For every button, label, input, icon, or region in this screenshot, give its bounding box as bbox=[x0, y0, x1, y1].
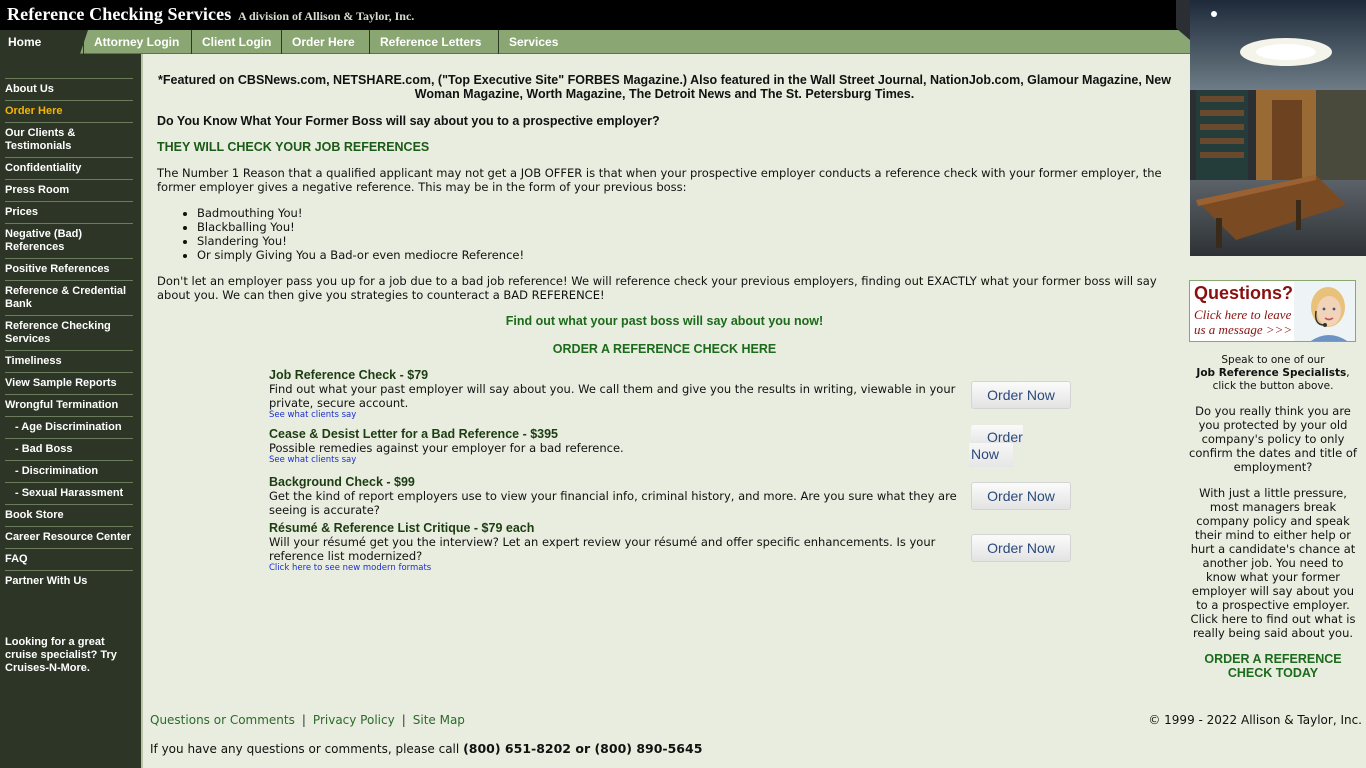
sidebar-item-press-room[interactable]: Press Room bbox=[5, 179, 133, 197]
sidebar-item-confidentiality[interactable]: Confidentiality bbox=[5, 157, 133, 175]
sidebar-item-timeliness[interactable]: Timeliness bbox=[5, 350, 133, 368]
service-job-reference-check: Job Reference Check - $79 Find out what … bbox=[269, 368, 959, 421]
sidebar-item-positive-references[interactable]: Positive References bbox=[5, 258, 133, 276]
cruise-promo-link[interactable]: Looking for a great cruise specialist? T… bbox=[5, 636, 135, 675]
sidebar-item-book-store[interactable]: Book Store bbox=[5, 504, 133, 522]
service-title: Cease & Desist Letter for a Bad Referenc… bbox=[269, 427, 559, 441]
sidebar-item-discrimination[interactable]: - Discrimination bbox=[5, 460, 133, 478]
phone-numbers: (800) 651-8202 or (800) 890-5645 bbox=[463, 741, 703, 756]
order-now-button-background[interactable]: Order Now bbox=[971, 482, 1071, 510]
footer-link-privacy[interactable]: Privacy Policy bbox=[313, 713, 395, 727]
clients-say-link[interactable]: See what clients say bbox=[269, 410, 959, 421]
sidebar-item-sample-reports[interactable]: View Sample Reports bbox=[5, 372, 133, 390]
site-tagline: A division of Allison & Taylor, Inc. bbox=[238, 9, 415, 23]
service-title: Job Reference Check - $79 bbox=[269, 368, 429, 382]
copyright: © 1999 - 2022 Allison & Taylor, Inc. bbox=[1148, 713, 1362, 727]
counteract-paragraph: Don't let an employer pass you up for a … bbox=[157, 274, 1157, 302]
questions-title: Questions? bbox=[1194, 283, 1294, 303]
list-item: Slandering You! bbox=[197, 234, 524, 248]
sidebar-item-sexual-harassment[interactable]: - Sexual Harassment bbox=[5, 482, 133, 500]
service-background-check: Background Check - $99 Get the kind of r… bbox=[269, 475, 959, 517]
order-reference-check-link[interactable]: ORDER A REFERENCE CHECK HERE bbox=[157, 342, 1172, 356]
library-room-photo bbox=[1176, 0, 1366, 256]
order-now-button-cease-desist-overflow[interactable]: Now bbox=[969, 443, 1013, 467]
tab-attorney-login[interactable]: Attorney Login bbox=[83, 30, 189, 54]
order-now-button-job-check[interactable]: Order Now bbox=[971, 381, 1071, 409]
site-title[interactable]: Reference Checking Services bbox=[7, 4, 231, 25]
sidebar-item-negative-references[interactable]: Negative (Bad) References bbox=[5, 223, 133, 254]
tab-home[interactable]: Home bbox=[0, 30, 80, 54]
tab-order-here[interactable]: Order Here bbox=[281, 30, 365, 54]
speak-prefix: Speak to one of our bbox=[1221, 354, 1325, 366]
questions-contact-banner[interactable]: Questions? Click here to leave us a mess… bbox=[1189, 280, 1356, 342]
sidebar-item-credential-bank[interactable]: Reference & Credential Bank bbox=[5, 280, 133, 311]
clients-say-link[interactable]: See what clients say bbox=[269, 455, 959, 466]
service-description: Get the kind of report employers use to … bbox=[269, 489, 957, 517]
intro-paragraph: The Number 1 Reason that a qualified app… bbox=[157, 166, 1162, 194]
tab-reference-letters[interactable]: Reference Letters bbox=[369, 30, 491, 54]
bad-reference-list: Badmouthing You! Blackballing You! Sland… bbox=[197, 206, 524, 262]
footer-links: Questions or Comments | Privacy Policy | Sit… bbox=[150, 713, 465, 727]
sidebar-item-reference-checking-services[interactable]: Reference Checking Services bbox=[5, 315, 133, 346]
order-now-button-resume[interactable]: Order Now bbox=[971, 534, 1071, 562]
list-item: Badmouthing You! bbox=[197, 206, 524, 220]
specialists-label: Job Reference Specialists bbox=[1196, 367, 1347, 379]
pressure-paragraph[interactable]: With just a little pressure, most manage… bbox=[1186, 486, 1360, 640]
service-title: Résumé & Reference List Critique - $79 e… bbox=[269, 521, 535, 535]
service-resume-critique: Résumé & Reference List Critique - $79 e… bbox=[269, 521, 959, 574]
footer-link-sitemap[interactable]: Site Map bbox=[413, 713, 465, 727]
service-description: Possible remedies against your employer … bbox=[269, 441, 624, 455]
tab-services[interactable]: Services bbox=[498, 30, 568, 54]
service-cease-desist: Cease & Desist Letter for a Bad Referenc… bbox=[269, 427, 959, 466]
modern-formats-link[interactable]: Click here to see new modern formats bbox=[269, 563, 959, 574]
sidebar-item-career-resource-center[interactable]: Career Resource Center bbox=[5, 526, 133, 544]
speak-to-specialist-text: Speak to one of our Job Reference Specia… bbox=[1186, 354, 1360, 393]
sidebar-item-age-discrimination[interactable]: - Age Discrimination bbox=[5, 416, 133, 434]
questions-subtitle: Click here to leave us a message >>> bbox=[1194, 307, 1293, 337]
home-tab-notch bbox=[80, 30, 88, 54]
footer-link-questions[interactable]: Questions or Comments bbox=[150, 713, 295, 727]
top-nav: Home Attorney Login Client Login Order H… bbox=[0, 30, 1190, 54]
call-line: If you have any questions or comments, p… bbox=[150, 741, 702, 756]
header-bar: Reference Checking Services A division o… bbox=[0, 0, 1366, 30]
service-description: Will your résumé get you the interview? … bbox=[269, 535, 936, 563]
question-heading: Do You Know What Your Former Boss will s… bbox=[157, 114, 660, 128]
divider: | bbox=[301, 713, 306, 727]
find-out-link[interactable]: Find out what your past boss will say ab… bbox=[157, 314, 1172, 328]
order-reference-check-today-link[interactable]: ORDER A REFERENCE CHECK TODAY bbox=[1186, 652, 1360, 680]
sidebar: About Us Order Here Our Clients & Testim… bbox=[0, 54, 143, 768]
sidebar-item-bad-boss[interactable]: - Bad Boss bbox=[5, 438, 133, 456]
service-title: Background Check - $99 bbox=[269, 475, 415, 489]
support-agent-icon bbox=[1294, 281, 1355, 341]
sidebar-item-wrongful-termination[interactable]: Wrongful Termination bbox=[5, 394, 133, 412]
tab-client-login[interactable]: Client Login bbox=[191, 30, 281, 54]
sidebar-item-prices[interactable]: Prices bbox=[5, 201, 133, 219]
featured-in-text: *Featured on CBSNews.com, NETSHARE.com, … bbox=[158, 73, 1171, 101]
sidebar-item-clients-testimonials[interactable]: Our Clients & Testimonials bbox=[5, 122, 133, 153]
sidebar-item-order-here[interactable]: Order Here bbox=[5, 100, 133, 118]
job-references-heading: THEY WILL CHECK YOUR JOB REFERENCES bbox=[157, 140, 430, 154]
sidebar-item-about-us[interactable]: About Us bbox=[5, 78, 133, 96]
service-description: Find out what your past employer will sa… bbox=[269, 382, 956, 410]
call-prefix: If you have any questions or comments, p… bbox=[150, 742, 460, 756]
order-now-button-cease-desist[interactable]: Order bbox=[971, 425, 1023, 443]
list-item: Or simply Giving You a Bad-or even medio… bbox=[197, 248, 524, 262]
list-item: Blackballing You! bbox=[197, 220, 524, 234]
divider: | bbox=[401, 713, 406, 727]
company-policy-question: Do you really think you are you protecte… bbox=[1189, 404, 1357, 474]
sidebar-item-faq[interactable]: FAQ bbox=[5, 548, 133, 566]
sidebar-item-partner-with-us[interactable]: Partner With Us bbox=[5, 570, 133, 588]
